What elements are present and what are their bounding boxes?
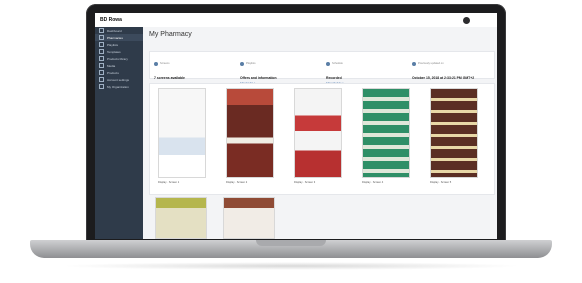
stat-playlists: Playlists Offers and information Edit pl… xyxy=(236,52,322,85)
playlist-icon xyxy=(240,61,244,66)
laptop-notch xyxy=(256,240,326,246)
screen-thumbnail[interactable] xyxy=(226,88,274,178)
app-logo[interactable]: BD Rowa xyxy=(100,17,122,23)
playlist-icon xyxy=(99,42,104,47)
screen-card[interactable]: Display · Screen 3 xyxy=(288,88,348,186)
page-title: My Pharmacy xyxy=(149,31,192,38)
stat-updated: Previously updated on October 15, 2018 a… xyxy=(408,52,494,80)
app-topbar: BD Rowa xyxy=(95,13,497,28)
template-icon xyxy=(99,49,104,54)
screen-card[interactable]: Display · Screen 5 xyxy=(424,88,484,186)
sidebar-item-label: Pharmacies xyxy=(107,35,123,40)
sidebar-item-label: Playlists xyxy=(107,42,119,47)
screen-card[interactable]: Display · Screen 4 xyxy=(356,88,416,186)
sidebar: Dashboard Pharmacies Playlists Templates… xyxy=(95,27,143,239)
screen-thumbnail[interactable] xyxy=(430,88,478,178)
sidebar-item-label: Products xyxy=(107,70,119,75)
screen-card[interactable]: Display · Screen 1 xyxy=(152,88,212,186)
stat-label: Screens xyxy=(160,62,170,66)
screen-card[interactable]: Display · Screen 2 xyxy=(220,88,280,186)
user-menu[interactable] xyxy=(463,16,489,24)
stat-value: Offers and information xyxy=(240,76,277,80)
screen-thumbnail[interactable] xyxy=(294,88,342,178)
gear-icon xyxy=(99,77,104,82)
stat-label: Playlists xyxy=(246,62,256,66)
sidebar-item-pharmacies[interactable]: Pharmacies xyxy=(95,34,143,41)
screen-thumbnail[interactable] xyxy=(362,88,410,178)
sidebar-item-my-organization[interactable]: My Organization xyxy=(95,83,143,90)
stats-panel: Screens 7 screens available Playlists Of… xyxy=(149,51,495,85)
screen-card-label: Display · Screen 2 xyxy=(226,181,248,184)
screen-card-label: Display · Screen 1 xyxy=(158,181,180,184)
sidebar-item-templates[interactable]: Templates xyxy=(95,48,143,55)
sidebar-item-label: Media xyxy=(107,63,116,68)
stat-label: Previously updated on xyxy=(418,62,444,66)
media-icon xyxy=(99,63,104,68)
organization-icon xyxy=(99,84,104,89)
pharmacy-icon xyxy=(99,35,104,40)
sidebar-item-account-settings[interactable]: Account settings xyxy=(95,76,143,83)
screen-card-label: Display · Screen 5 xyxy=(430,181,452,184)
screen-thumbnail[interactable] xyxy=(158,88,206,178)
library-icon xyxy=(99,56,104,61)
screen-thumbnail-row2[interactable] xyxy=(155,197,207,239)
sidebar-item-products-library[interactable]: Products library xyxy=(95,55,143,62)
sidebar-item-playlists[interactable]: Playlists xyxy=(95,41,143,48)
sidebar-item-label: Templates xyxy=(107,49,121,54)
dashboard-icon xyxy=(99,28,104,33)
main-content: My Pharmacy Screens 7 screens available … xyxy=(143,27,497,239)
stat-value: 7 screens available xyxy=(154,76,185,80)
sidebar-item-label: Dashboard xyxy=(107,28,122,33)
screen-icon xyxy=(154,61,158,66)
clock-icon xyxy=(412,61,416,66)
screen-thumbnail-row2[interactable] xyxy=(223,197,275,239)
sidebar-item-dashboard[interactable]: Dashboard xyxy=(95,27,143,34)
sidebar-item-media[interactable]: Media xyxy=(95,62,143,69)
screen-card-label: Display · Screen 4 xyxy=(362,181,384,184)
screens-grid: Display · Screen 1 Display · Screen 2 Di… xyxy=(149,83,495,195)
stat-label: Schedule xyxy=(332,62,343,66)
sidebar-item-label: My Organization xyxy=(107,84,129,89)
stat-value: October 15, 2018 at 2:33:21 PM GMT+2 xyxy=(412,76,475,80)
product-icon xyxy=(99,70,104,75)
laptop-shadow xyxy=(60,262,522,270)
calendar-icon xyxy=(326,61,330,66)
sidebar-item-products[interactable]: Products xyxy=(95,69,143,76)
sidebar-item-label: Account settings xyxy=(107,77,130,82)
sidebar-item-label: Products library xyxy=(107,56,128,61)
screen: BD Rowa Dashboard Pharmacies Playlists T… xyxy=(95,13,497,239)
stat-screens: Screens 7 screens available xyxy=(150,52,236,80)
stat-schedule: Schedule Recorded Edit schedule > xyxy=(322,52,408,85)
stat-value: Recorded xyxy=(326,76,342,80)
avatar[interactable] xyxy=(463,16,470,24)
screen-card-label: Display · Screen 3 xyxy=(294,181,316,184)
